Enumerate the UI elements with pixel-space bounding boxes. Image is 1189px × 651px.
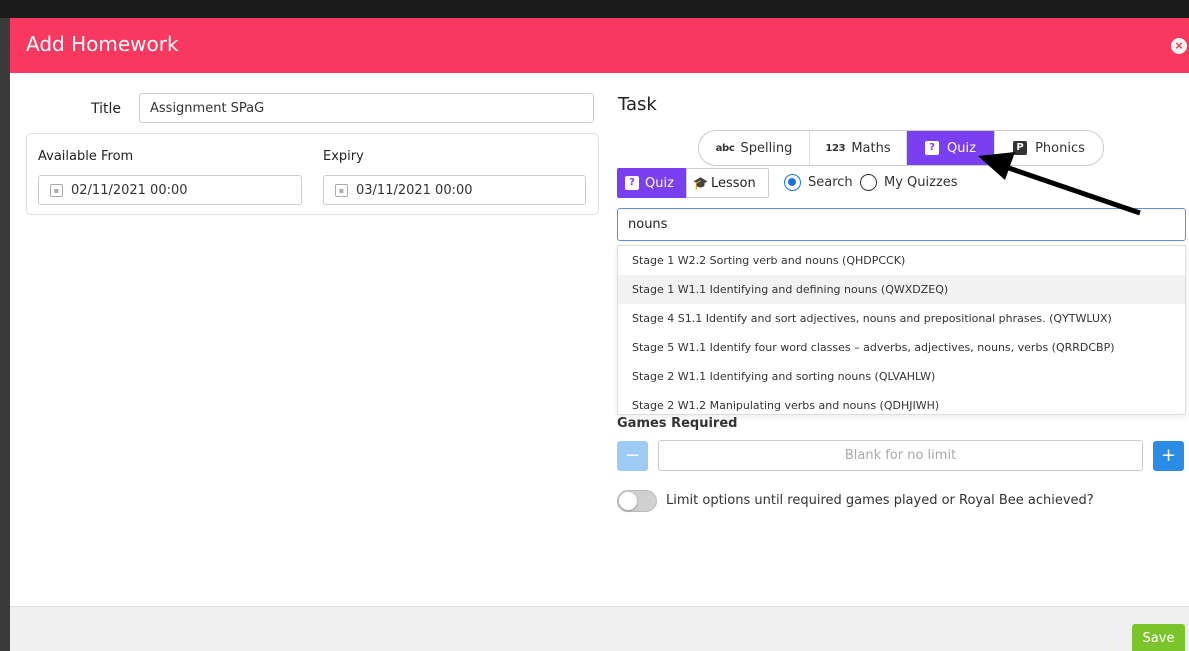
result-item[interactable]: Stage 1 W1.1 Identifying and defining no… bbox=[618, 275, 1185, 304]
tab-phonics[interactable]: P Phonics bbox=[995, 131, 1103, 165]
calendar-icon: ▪ bbox=[50, 184, 63, 197]
result-item[interactable]: Stage 1 W2.2 Sorting verb and nouns (QHD… bbox=[618, 246, 1185, 275]
search-results-dropdown: Stage 1 W2.2 Sorting verb and nouns (QHD… bbox=[617, 245, 1186, 415]
result-item[interactable]: Stage 5 W1.1 Identify four word classes … bbox=[618, 333, 1185, 362]
my-quizzes-radio[interactable] bbox=[860, 174, 877, 191]
tab-spelling[interactable]: abc Spelling bbox=[699, 131, 810, 165]
my-quizzes-radio-label: My Quizzes bbox=[884, 175, 958, 190]
numbers-icon: 123 bbox=[825, 142, 846, 154]
task-heading: Task bbox=[618, 94, 657, 115]
tab-label: Maths bbox=[851, 140, 891, 156]
search-radio-label: Search bbox=[808, 175, 853, 190]
close-icon[interactable]: × bbox=[1171, 38, 1187, 54]
modal-title: Add Homework bbox=[26, 32, 179, 56]
games-required-label: Games Required bbox=[617, 416, 738, 431]
calendar-icon: ▪ bbox=[335, 184, 348, 197]
games-required-input[interactable]: Blank for no limit bbox=[658, 440, 1143, 471]
quiz-search-input[interactable] bbox=[617, 208, 1186, 241]
subtab-lesson[interactable]: 🎓 Lesson bbox=[686, 168, 769, 198]
tab-quiz[interactable]: ? Quiz bbox=[907, 131, 995, 165]
search-radio[interactable] bbox=[784, 174, 801, 191]
expiry-label: Expiry bbox=[323, 149, 364, 164]
abc-icon: abc bbox=[715, 142, 735, 154]
title-label: Title bbox=[91, 101, 122, 117]
available-from-field[interactable]: ▪ 02/11/2021 00:00 bbox=[38, 175, 302, 205]
limit-options-toggle[interactable] bbox=[617, 490, 657, 512]
result-item[interactable]: Stage 2 W1.2 Manipulating verbs and noun… bbox=[618, 391, 1185, 414]
save-button[interactable]: Save bbox=[1132, 624, 1185, 651]
question-mark-icon: ? bbox=[925, 141, 940, 155]
dates-panel: Available From ▪ 02/11/2021 00:00 Expiry… bbox=[26, 133, 599, 215]
phonics-icon: P bbox=[1013, 141, 1028, 155]
graduation-cap-icon: 🎓 bbox=[693, 176, 708, 190]
increment-button[interactable]: + bbox=[1153, 441, 1184, 471]
result-item[interactable]: Stage 4 S1.1 Identify and sort adjective… bbox=[618, 304, 1185, 333]
available-from-value: 02/11/2021 00:00 bbox=[71, 183, 188, 198]
subtab-quiz[interactable]: ? Quiz bbox=[617, 168, 686, 198]
task-category-tabs: abc Spelling 123 Maths ? Quiz P Phonics bbox=[698, 130, 1104, 166]
expiry-value: 03/11/2021 00:00 bbox=[356, 183, 473, 198]
page-backdrop bbox=[0, 0, 1189, 18]
subtab-label: Quiz bbox=[645, 175, 674, 191]
modal-header: Add Homework × bbox=[10, 18, 1189, 73]
expiry-field[interactable]: ▪ 03/11/2021 00:00 bbox=[323, 175, 586, 205]
tab-label: Phonics bbox=[1035, 140, 1085, 156]
limit-options-label: Limit options until required games playe… bbox=[666, 493, 1094, 508]
question-mark-icon: ? bbox=[625, 176, 639, 190]
tab-maths[interactable]: 123 Maths bbox=[810, 131, 907, 165]
result-item[interactable]: Stage 2 W1.1 Identifying and sorting nou… bbox=[618, 362, 1185, 391]
subtab-label: Lesson bbox=[710, 175, 756, 191]
add-homework-modal: Add Homework × Title Available From ▪ 02… bbox=[10, 18, 1189, 651]
available-from-label: Available From bbox=[38, 149, 134, 164]
modal-footer: Save bbox=[10, 606, 1189, 651]
title-input[interactable] bbox=[139, 93, 594, 123]
decrement-button[interactable]: − bbox=[617, 441, 648, 471]
tab-label: Quiz bbox=[947, 140, 976, 156]
tab-label: Spelling bbox=[740, 140, 793, 156]
